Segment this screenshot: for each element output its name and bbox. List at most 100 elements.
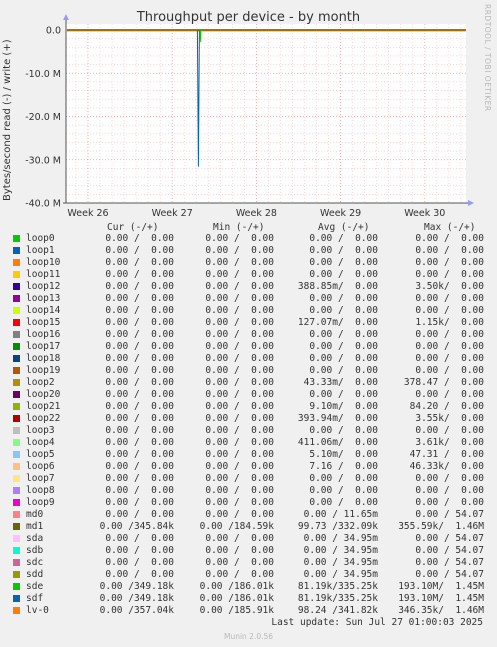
legend-cur-value: 0.00 / 0.00 [105,281,174,292]
legend-min-value: 0.00 /186.01k [199,581,274,592]
legend-row: sdc 0.00 / 0.00 0.00 / 0.00 0.00 / 34.95m 0.… [0,557,497,569]
legend-cur-value: 0.00 / 0.00 [105,341,174,352]
legend-row: loop6 0.00 / 0.00 0.00 / 0.00 7.16 / 0.00 46… [0,461,497,473]
legend-swatch [13,343,20,350]
legend-swatch [13,355,20,362]
legend-avg-value: 9.10m/ 0.00 [309,401,378,412]
legend-device-name: loop19 [26,365,61,376]
legend-max-value: 3.61k/ 0.00 [415,437,484,448]
legend-device-name: loop15 [26,317,61,328]
legend-cur-value: 0.00 / 0.00 [105,257,174,268]
legend-min-value: 0.00 /186.01k [199,593,274,604]
legend-cur-value: 0.00 / 0.00 [105,557,174,568]
legend-avg-value: 0.00 / 34.95m [303,569,378,580]
legend-row: sdf 0.00 /349.18k 0.00 /186.01k 81.19k/335.… [0,593,497,605]
x-tick-label: Week 28 [236,208,277,219]
legend-cur-value: 0.00 / 0.00 [105,425,174,436]
legend-min-value: 0.00 / 0.00 [205,569,274,580]
y-tick-label: -20.0 M [25,112,61,123]
legend-cur-value: 0.00 / 0.00 [105,317,174,328]
legend-device-name: loop10 [26,257,61,268]
munin-version: Munin 2.0.56 [223,632,274,641]
legend-header-min: Min (-/+) [213,222,265,233]
legend-min-value: 0.00 / 0.00 [205,365,274,376]
legend-swatch [13,523,20,530]
legend-row: loop22 0.00 / 0.00 0.00 / 0.00 393.94m/ 0.0… [0,413,497,425]
legend-device-name: loop21 [26,401,61,412]
legend-avg-value: 127.07m/ 0.00 [297,317,378,328]
legend-device-name: loop5 [26,449,55,460]
legend-min-value: 0.00 /185.91k [199,605,274,616]
legend-max-value: 1.15k/ 0.00 [415,317,484,328]
legend-device-name: loop4 [26,437,55,448]
legend-device-name: sde [26,581,44,592]
y-tick-label: -40.0 M [25,199,61,210]
legend-swatch [13,307,20,314]
legend-cur-value: 0.00 / 0.00 [105,449,174,460]
legend-avg-value: 5.10m/ 0.00 [309,449,378,460]
legend-swatch [13,295,20,302]
legend-avg-value: 393.94m/ 0.00 [297,413,378,424]
legend-device-name: loop13 [26,293,61,304]
legend-row: loop5 0.00 / 0.00 0.00 / 0.00 5.10m/ 0.00 47… [0,449,497,461]
legend-min-value: 0.00 / 0.00 [205,401,274,412]
legend-max-value: 193.10M/ 1.45M [398,593,484,604]
legend-row: loop13 0.00 / 0.00 0.00 / 0.00 0.00 / 0.00 0… [0,293,497,305]
legend-avg-value: 98.24 /341.82k [297,605,378,616]
legend-cur-value: 0.00 / 0.00 [105,365,174,376]
legend-cur-value: 0.00 / 0.00 [105,389,174,400]
legend-avg-value: 7.16 / 0.00 [309,461,378,472]
legend-device-name: loop12 [26,281,61,292]
x-tick-label: Week 29 [320,208,361,219]
legend-row: loop3 0.00 / 0.00 0.00 / 0.00 0.00 / 0.00 0.… [0,425,497,437]
legend-max-value: 0.00 / 54.07 [415,509,484,520]
legend-row: loop7 0.00 / 0.00 0.00 / 0.00 0.00 / 0.00 0.… [0,473,497,485]
legend-device-name: loop20 [26,389,61,400]
legend-swatch [13,535,20,542]
legend-swatch [13,463,20,470]
legend-cur-value: 0.00 / 0.00 [105,353,174,364]
legend-cur-value: 0.00 / 0.00 [105,569,174,580]
legend-max-value: 193.10M/ 1.45M [398,581,484,592]
legend-max-value: 0.00 / 0.00 [415,497,484,508]
legend-max-value: 0.00 / 54.07 [415,569,484,580]
legend-swatch [13,247,20,254]
legend-min-value: 0.00 / 0.00 [205,233,274,244]
legend-max-value: 3.55k/ 0.00 [415,413,484,424]
legend-max-value: 84.20 / 0.00 [409,401,484,412]
legend-row: sdd 0.00 / 0.00 0.00 / 0.00 0.00 / 34.95m 0.… [0,569,497,581]
legend-device-name: loop9 [26,497,55,508]
legend-cur-value: 0.00 /345.84k [99,521,174,532]
legend-max-value: 0.00 / 0.00 [415,305,484,316]
legend-device-name: loop16 [26,329,61,340]
legend-device-name: loop22 [26,413,61,424]
legend-max-value: 0.00 / 0.00 [415,353,484,364]
legend-max-value: 0.00 / 0.00 [415,233,484,244]
legend-device-name: loop1 [26,245,55,256]
legend-device-name: sdb [26,545,44,556]
legend-row: loop14 0.00 / 0.00 0.00 / 0.00 0.00 / 0.00 0… [0,305,497,317]
legend-avg-value: 0.00 / 0.00 [309,365,378,376]
legend-cur-value: 0.00 /357.04k [99,605,174,616]
legend-max-value: 0.00 / 0.00 [415,269,484,280]
legend-row: loop11 0.00 / 0.00 0.00 / 0.00 0.00 / 0.00 0… [0,269,497,281]
legend-swatch [13,259,20,266]
plot-background [66,24,466,203]
legend-device-name: loop11 [26,269,61,280]
legend-row: sde 0.00 /349.18k 0.00 /186.01k 81.19k/335.… [0,581,497,593]
legend-swatch [13,415,20,422]
legend-cur-value: 0.00 / 0.00 [105,245,174,256]
legend-row: loop16 0.00 / 0.00 0.00 / 0.00 0.00 / 0.00 0… [0,329,497,341]
legend-max-value: 0.00 / 0.00 [415,485,484,496]
legend-avg-value: 0.00 / 34.95m [303,557,378,568]
legend-avg-value: 0.00 / 0.00 [309,425,378,436]
legend-avg-value: 99.73 /332.09k [297,521,378,532]
legend-min-value: 0.00 / 0.00 [205,497,274,508]
legend-cur-value: 0.00 / 0.00 [105,269,174,280]
legend-swatch [13,475,20,482]
legend-swatch [13,271,20,278]
legend-device-name: loop3 [26,425,55,436]
legend-cur-value: 0.00 /349.18k [99,581,174,592]
x-tick-label: Week 30 [404,208,445,219]
legend-device-name: sda [26,533,44,544]
